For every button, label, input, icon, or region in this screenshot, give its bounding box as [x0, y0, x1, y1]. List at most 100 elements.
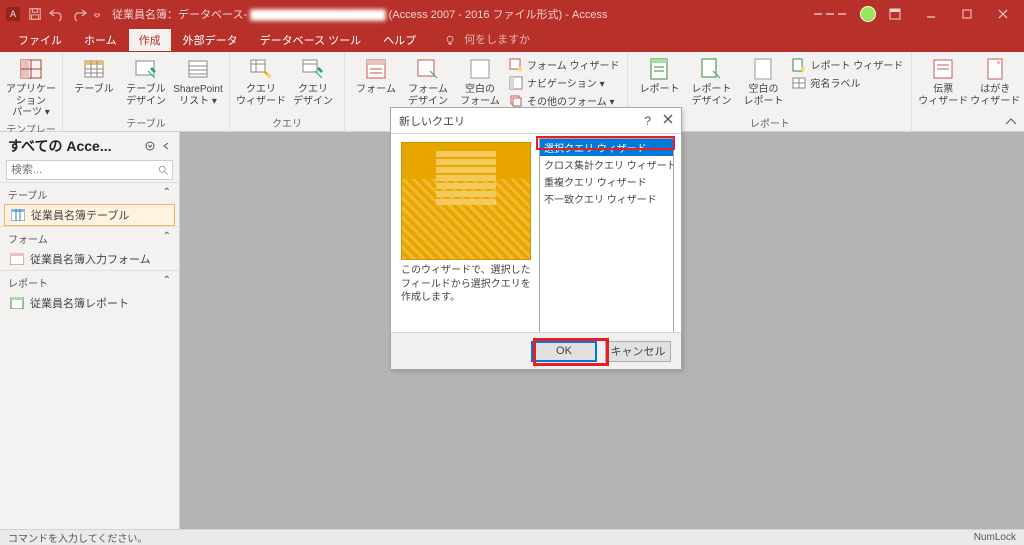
- app-parts-button[interactable]: アプリケーション パーツ ▾: [6, 54, 56, 121]
- nav-search[interactable]: [6, 160, 173, 180]
- redo-icon[interactable]: [70, 5, 88, 23]
- nav-cat-reports[interactable]: レポート⌃: [0, 270, 179, 292]
- nav-item-label: 従業員名簿入力フォーム: [30, 251, 151, 267]
- maximize-icon[interactable]: [950, 0, 984, 28]
- form-button[interactable]: フォーム: [351, 54, 401, 98]
- bulb-icon: [444, 34, 456, 46]
- sharepoint-list-button[interactable]: SharePoint リスト ▾: [173, 54, 223, 109]
- ribbon-collapse-icon[interactable]: [1004, 117, 1018, 127]
- nav-item-table[interactable]: 従業員名簿テーブル: [4, 204, 175, 226]
- dialog-buttons: OK キャンセル: [391, 332, 681, 369]
- tab-create[interactable]: 作成: [129, 29, 171, 51]
- blank-form-button[interactable]: 空白の フォーム: [455, 54, 505, 109]
- nav-header-text: すべての Acce...: [8, 136, 112, 156]
- dialog-description: このウィザードで、選択したフィールドから選択クエリを作成します。: [401, 264, 531, 305]
- close-icon[interactable]: [986, 0, 1020, 28]
- tab-home[interactable]: ホーム: [74, 29, 127, 51]
- hagaki-wizard-button[interactable]: はがき ウィザード: [970, 54, 1020, 109]
- report-button[interactable]: レポート: [634, 54, 684, 98]
- form-icon: [363, 56, 389, 82]
- query-type-listbox[interactable]: 選択クエリ ウィザード クロス集計クエリ ウィザード 重複クエリ ウィザード 不…: [539, 138, 674, 352]
- form-wizard-button[interactable]: フォーム ウィザード: [507, 56, 621, 73]
- blank-report-button[interactable]: 空白の レポート: [738, 54, 788, 109]
- nav-item-label: 従業員名簿テーブル: [31, 207, 129, 223]
- list-item[interactable]: 不一致クエリ ウィザード: [540, 190, 673, 207]
- new-query-dialog: 新しいクエリ ? このウィザードで、選択したフィールドから選択クエリを作成します…: [390, 107, 682, 370]
- query-design-icon: [300, 56, 326, 82]
- status-numlock: NumLock: [974, 532, 1016, 543]
- title-text-suffix: (Access 2007 - 2016 ファイル形式) - Access: [389, 9, 608, 21]
- query-wizard-button[interactable]: クエリ ウィザード: [236, 54, 286, 109]
- form-wizard-icon: [509, 58, 523, 72]
- more-forms-icon: [509, 94, 523, 108]
- sharepoint-icon: [185, 56, 211, 82]
- quick-access-toolbar: A: [4, 5, 102, 23]
- app-icon: A: [4, 5, 22, 23]
- navigation-button[interactable]: ナビゲーション ▾: [507, 74, 621, 91]
- svg-text:A: A: [10, 9, 16, 19]
- nav-cat-forms[interactable]: フォーム⌃: [0, 226, 179, 248]
- list-item[interactable]: 選択クエリ ウィザード: [540, 139, 673, 156]
- tell-me[interactable]: [444, 33, 582, 47]
- nav-item-report[interactable]: 従業員名簿レポート: [0, 292, 179, 314]
- hagaki-icon: [982, 56, 1008, 82]
- group-templates: アプリケーション パーツ ▾ テンプレート: [0, 52, 63, 131]
- menu-bar: ファイル ホーム 作成 外部データ データベース ツール ヘルプ: [0, 28, 1024, 52]
- cancel-button[interactable]: キャンセル: [605, 341, 671, 362]
- query-design-button[interactable]: クエリ デザイン: [288, 54, 338, 109]
- group-queries: クエリ ウィザード クエリ デザイン クエリ: [230, 52, 345, 131]
- tab-external[interactable]: 外部データ: [173, 29, 248, 51]
- table-icon: [81, 56, 107, 82]
- table-design-button[interactable]: テーブル デザイン: [121, 54, 171, 109]
- table-design-icon: [133, 56, 159, 82]
- save-icon[interactable]: [26, 5, 44, 23]
- labels-icon: [792, 76, 806, 90]
- labels-button[interactable]: 宛名ラベル: [790, 74, 905, 91]
- qat-dropdown-icon[interactable]: [92, 5, 102, 23]
- blank-form-icon: [467, 56, 493, 82]
- nav-cat-tables[interactable]: テーブル⌃: [0, 182, 179, 204]
- chevron-up-icon: ⌃: [163, 231, 171, 246]
- titlebar: A 従業員名簿：データベース- ▇▇▇▇▇▇▇▇▇▇▇▇▇▇▇▇ (Access…: [0, 0, 1024, 28]
- tab-dbtools[interactable]: データベース ツール: [250, 29, 372, 51]
- title-text-prefix: 従業員名簿：データベース-: [112, 9, 247, 21]
- nav-item-form[interactable]: 従業員名簿入力フォーム: [0, 248, 179, 270]
- chevron-up-icon: ⌃: [163, 187, 171, 202]
- nav-collapse-icon[interactable]: [161, 141, 171, 151]
- search-icon: [157, 163, 169, 177]
- tab-help[interactable]: ヘルプ: [373, 29, 426, 51]
- report-design-button[interactable]: レポート デザイン: [686, 54, 736, 109]
- ok-button[interactable]: OK: [531, 341, 597, 362]
- form-design-button[interactable]: フォーム デザイン: [403, 54, 453, 109]
- nav-header[interactable]: すべての Acce...: [0, 132, 179, 158]
- tab-file[interactable]: ファイル: [8, 29, 72, 51]
- report-icon: [646, 56, 672, 82]
- chevron-up-icon: ⌃: [163, 275, 171, 290]
- table-button[interactable]: テーブル: [69, 54, 119, 98]
- report-design-icon: [698, 56, 724, 82]
- undo-icon[interactable]: [48, 5, 66, 23]
- dialog-title-text: 新しいクエリ: [399, 113, 465, 129]
- app-parts-icon: [18, 56, 44, 82]
- title-right-decoration: [814, 13, 846, 15]
- title-blurred: ▇▇▇▇▇▇▇▇▇▇▇▇▇▇▇▇: [250, 8, 385, 21]
- list-item[interactable]: 重複クエリ ウィザード: [540, 173, 673, 190]
- group-label: テーブル: [69, 115, 223, 131]
- status-bar: コマンドを入力してください。 NumLock: [0, 529, 1024, 545]
- denpyo-wizard-button[interactable]: 伝票 ウィザード: [918, 54, 968, 109]
- list-item[interactable]: クロス集計クエリ ウィザード: [540, 156, 673, 173]
- dialog-titlebar[interactable]: 新しいクエリ ?: [391, 108, 681, 134]
- group-label: クエリ: [236, 115, 338, 131]
- dialog-close-icon[interactable]: [663, 114, 673, 128]
- report-wizard-button[interactable]: レポート ウィザード: [790, 56, 905, 73]
- table-object-icon: [11, 209, 25, 221]
- minimize-icon[interactable]: [914, 0, 948, 28]
- dialog-help-icon[interactable]: ?: [644, 114, 651, 128]
- tell-me-input[interactable]: [462, 33, 582, 47]
- user-avatar-icon[interactable]: [860, 6, 876, 22]
- blank-report-icon: [750, 56, 776, 82]
- nav-search-input[interactable]: [7, 161, 157, 179]
- nav-dropdown-icon[interactable]: [145, 141, 155, 151]
- query-preview-icon: [401, 142, 531, 260]
- ribbon-options-icon[interactable]: [878, 0, 912, 28]
